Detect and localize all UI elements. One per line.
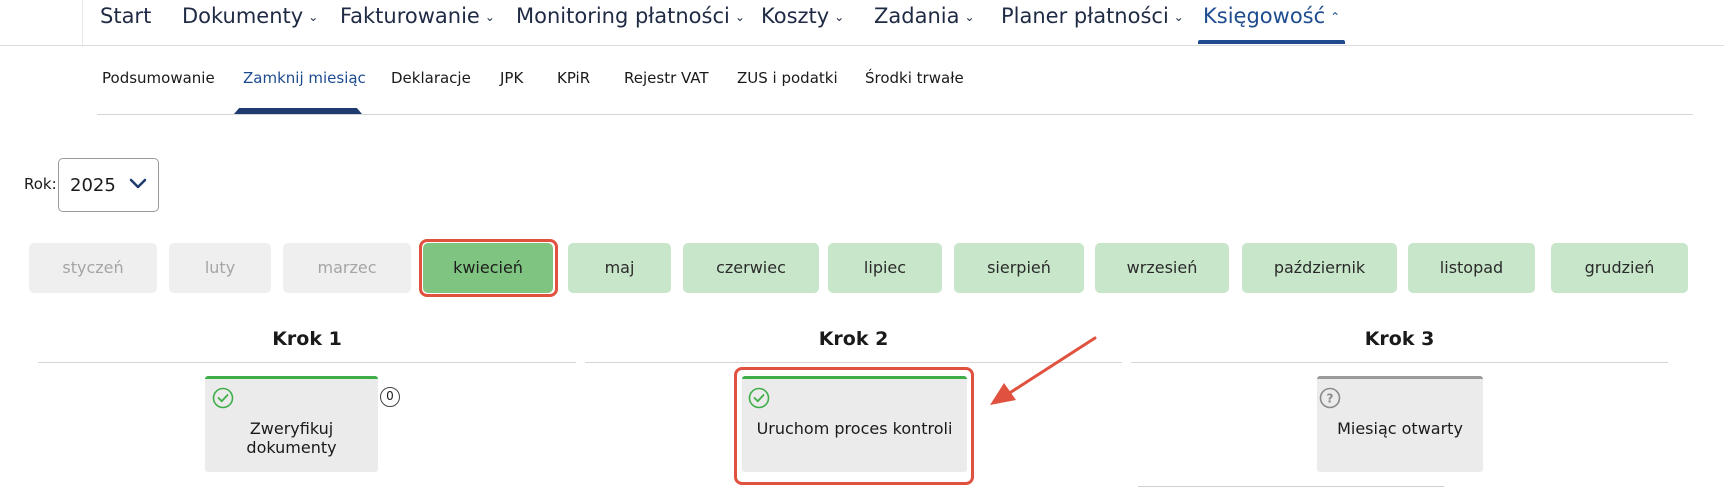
step-3-card[interactable]: ? Miesiąc otwarty [1317, 376, 1483, 472]
nav-divider [82, 0, 83, 45]
nav-item-label: Dokumenty [182, 4, 304, 28]
step-3-divider [1131, 362, 1668, 363]
month-wrzesien[interactable]: wrzesień [1095, 243, 1229, 293]
subnav-item-jpk[interactable]: JPK [500, 69, 523, 87]
step-1-card-label: Zweryfikuj dokumenty [246, 419, 337, 457]
nav-item-start[interactable]: Start [100, 0, 151, 45]
month-pazdziernik[interactable]: październik [1242, 243, 1397, 293]
question-circle-icon: ? [1319, 387, 1341, 409]
chevron-down-icon: ⌄ [308, 10, 319, 24]
step-2-card[interactable]: Uruchom proces kontroli [742, 376, 967, 472]
nav-item-zadania[interactable]: Zadania ⌄ [874, 0, 975, 45]
month-sierpien[interactable]: sierpień [954, 243, 1084, 293]
month-czerwiec[interactable]: czerwiec [683, 243, 819, 293]
year-label: Rok: [24, 175, 57, 193]
chevron-down-icon: ⌄ [734, 10, 745, 24]
chevron-down-icon: ⌄ [964, 10, 975, 24]
month-maj[interactable]: maj [568, 243, 671, 293]
annotation-arrow-icon [990, 336, 1097, 405]
sub-navigation: Podsumowanie Zamknij miesiąc Deklaracje … [97, 45, 1693, 115]
step-1-title: Krok 1 [272, 328, 342, 350]
subnav-item-zamknij-miesiac[interactable]: Zamknij miesiąc [243, 69, 366, 87]
nav-item-monitoring-platnosci[interactable]: Monitoring płatności ⌄ [516, 0, 745, 45]
nav-item-dokumenty[interactable]: Dokumenty ⌄ [182, 0, 318, 45]
active-tab-indicator [234, 108, 362, 114]
bottom-divider [1138, 486, 1444, 487]
month-marzec: marzec [283, 243, 411, 293]
check-circle-icon [748, 387, 770, 409]
nav-item-label: Koszty [761, 4, 830, 28]
nav-item-label: Planer płatności [1001, 4, 1169, 28]
subnav-item-kpir[interactable]: KPiR [557, 69, 590, 87]
nav-item-koszty[interactable]: Koszty ⌄ [761, 0, 844, 45]
nav-item-label: Zadania [874, 4, 960, 28]
month-lipiec[interactable]: lipiec [828, 243, 942, 293]
chevron-down-icon [129, 178, 147, 189]
top-navigation: Start Dokumenty ⌄ Fakturowanie ⌄ Monitorin… [0, 0, 1724, 46]
month-kwiecien[interactable]: kwiecień [423, 243, 553, 293]
document-count-badge: 0 [380, 387, 400, 407]
check-circle-icon [212, 387, 234, 409]
chevron-up-icon: ⌃ [1330, 10, 1341, 24]
step-1-card[interactable]: 0 Zweryfikuj dokumenty [205, 376, 400, 472]
month-listopad[interactable]: listopad [1408, 243, 1535, 293]
subnav-item-srodki-trwale[interactable]: Środki trwałe [865, 69, 964, 87]
subnav-item-podsumowanie[interactable]: Podsumowanie [102, 69, 215, 87]
year-value: 2025 [70, 175, 116, 196]
subnav-item-zus-i-podatki[interactable]: ZUS i podatki [737, 69, 838, 87]
month-luty: luty [169, 243, 271, 293]
svg-text:?: ? [1327, 392, 1334, 406]
year-select[interactable]: 2025 [58, 158, 159, 212]
nav-item-label: Start [100, 4, 152, 28]
chevron-down-icon: ⌄ [484, 10, 495, 24]
nav-item-label: Księgowość [1203, 4, 1326, 28]
nav-item-label: Fakturowanie [340, 4, 480, 28]
step-1-divider [38, 362, 576, 363]
month-styczen: styczeń [29, 243, 157, 293]
chevron-down-icon: ⌄ [1173, 10, 1184, 24]
step-3-title: Krok 3 [1364, 328, 1435, 350]
nav-item-fakturowanie[interactable]: Fakturowanie ⌄ [340, 0, 495, 45]
step-3-card-label: Miesiąc otwarty [1337, 419, 1463, 438]
chevron-down-icon: ⌄ [834, 10, 845, 24]
nav-item-label: Monitoring płatności [516, 4, 730, 28]
month-grudzien[interactable]: grudzień [1551, 243, 1688, 293]
subnav-item-deklaracje[interactable]: Deklaracje [391, 69, 471, 87]
nav-item-planer-platnosci[interactable]: Planer płatności ⌄ [1001, 0, 1184, 45]
step-2-card-label: Uruchom proces kontroli [756, 419, 953, 438]
nav-item-ksiegowosc[interactable]: Księgowość ⌃ [1197, 0, 1346, 45]
subnav-item-rejestr-vat[interactable]: Rejestr VAT [624, 69, 709, 87]
